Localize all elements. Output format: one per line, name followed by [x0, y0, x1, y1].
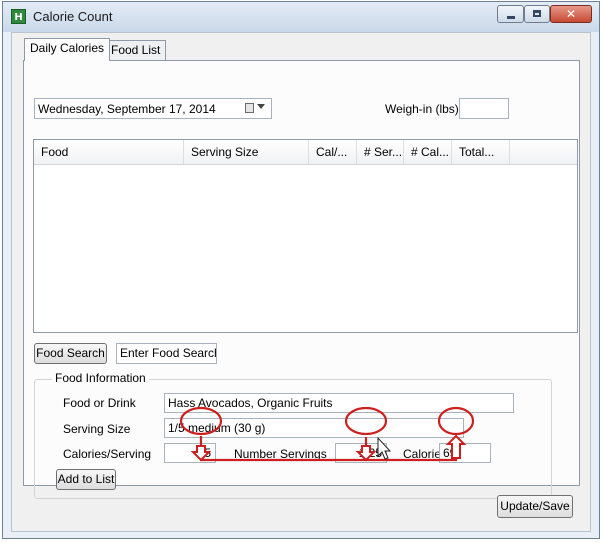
tab-daily-calories[interactable]: Daily Calories [24, 38, 111, 61]
mouse-cursor-icon [377, 436, 392, 460]
connector-line [199, 436, 458, 462]
highlight-circle-calories [437, 406, 475, 436]
annotation-overlay [179, 406, 475, 462]
highlight-circle-calories-serving [179, 406, 223, 436]
highlight-circle-number-servings [344, 406, 388, 436]
arrow-up-icon [445, 434, 467, 459]
arrow-down-icon [355, 445, 377, 462]
arrow-down-icon [190, 445, 212, 462]
